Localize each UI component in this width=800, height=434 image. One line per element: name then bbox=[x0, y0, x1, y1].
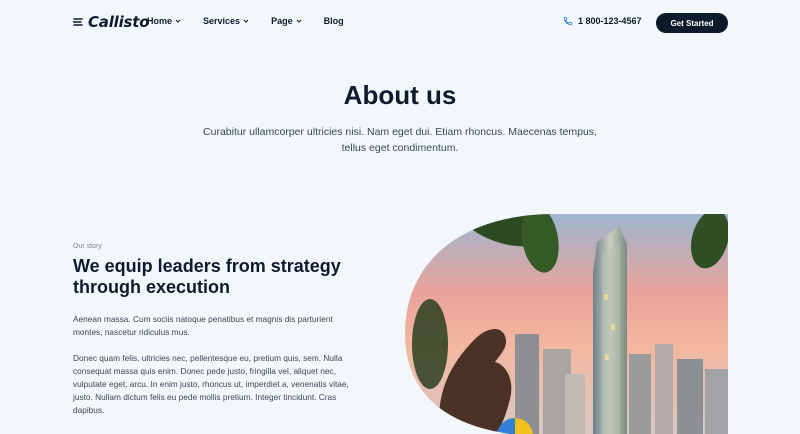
nav-item-home[interactable]: Home bbox=[147, 16, 181, 26]
nav-item-services[interactable]: Services bbox=[203, 16, 249, 26]
get-started-button[interactable]: Get Started bbox=[656, 13, 728, 33]
phone-number: 1 800-123-4567 bbox=[578, 16, 642, 26]
nav-item-page[interactable]: Page bbox=[271, 16, 302, 26]
logo-mark-icon bbox=[73, 18, 83, 26]
phone-icon bbox=[563, 16, 573, 26]
page-subtitle: Curabitur ullamcorper ultricies nisi. Na… bbox=[203, 126, 597, 154]
nav-item-label: Blog bbox=[323, 16, 344, 26]
nav-item-label: Home bbox=[147, 16, 173, 26]
phone-link[interactable]: 1 800-123-4567 bbox=[563, 16, 642, 26]
chevron-down-icon bbox=[175, 19, 181, 23]
section-paragraph: Donec quam felis, ultricies nec, pellent… bbox=[73, 353, 349, 415]
section-eyebrow: Our story bbox=[73, 243, 102, 250]
nav-item-label: Services bbox=[203, 16, 241, 26]
page-title: About us bbox=[343, 80, 457, 110]
section-heading: We equip leaders from strategy through e… bbox=[73, 256, 341, 297]
main-nav: Home Services Page Blog bbox=[147, 16, 366, 26]
site-header: Callisto Home Services Page Blog 1 800-1… bbox=[0, 0, 800, 46]
logo-text: Callisto bbox=[88, 13, 150, 31]
nav-item-blog[interactable]: Blog bbox=[324, 16, 344, 26]
chevron-down-icon bbox=[296, 19, 301, 23]
nav-item-label: Page bbox=[271, 16, 293, 26]
chevron-down-icon bbox=[243, 19, 249, 23]
logo[interactable]: Callisto bbox=[73, 13, 150, 31]
section-paragraph: Aenean massa. Cum sociis natoque penatib… bbox=[73, 314, 333, 337]
city-skyline-image bbox=[405, 214, 728, 434]
city-skyline-illustration bbox=[405, 214, 728, 434]
